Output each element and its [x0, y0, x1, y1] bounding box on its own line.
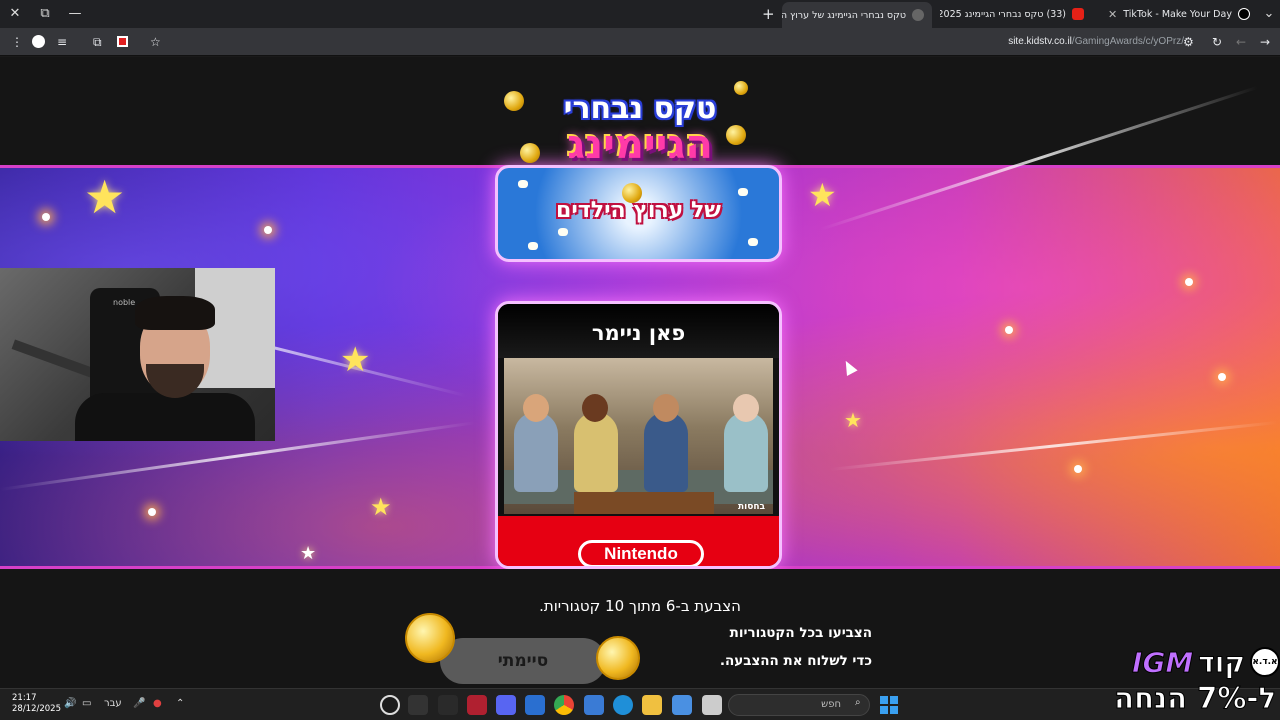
star-icon: ★: [808, 176, 837, 214]
edge-icon[interactable]: [613, 695, 633, 715]
star-icon: ★: [84, 170, 126, 224]
sparkle: [42, 213, 50, 221]
youtube-icon: [1072, 8, 1084, 20]
photos-icon[interactable]: [525, 695, 545, 715]
file-explorer-icon[interactable]: [642, 695, 662, 715]
tab-tiktok[interactable]: ✕ TikTok - Make Your Day: [1100, 3, 1250, 25]
coin-icon: [520, 143, 540, 163]
microphone-icon[interactable]: 🎤: [133, 698, 145, 709]
browser-tab-strip: ✕ ⧉ — + טקס נבחרי הגיימינג של ערוץ ה ✕ (…: [0, 0, 1280, 28]
vote-hint-line1: הצביעו בכל הקטגוריות: [729, 625, 872, 641]
sparkle: [1185, 278, 1193, 286]
profile-avatar-icon[interactable]: [32, 35, 45, 48]
site-icon: [912, 9, 924, 21]
address-bar[interactable]: site.kidstv.co.il/GamingAwards/c/yOPrz/: [874, 32, 1184, 52]
window-close-icon[interactable]: ✕: [4, 4, 26, 24]
tiktok-icon: [1237, 8, 1250, 20]
menu-kebab-icon[interactable]: ⋮: [11, 33, 23, 51]
taskbar-search[interactable]: חפש: [728, 694, 870, 716]
coin-icon: [504, 91, 524, 111]
tab-kidstv-active[interactable]: טקס נבחרי הגיימינג של ערוץ ה ✕: [782, 2, 932, 28]
tray-chevron-icon[interactable]: ⌃: [176, 698, 184, 709]
tab-youtube[interactable]: (33) טקס נבחרי הגיימינג 2025 ✕: [940, 3, 1092, 25]
gaming-awards-logo: טקס נבחרי הגיימינג: [500, 73, 780, 203]
epic-games-icon[interactable]: [438, 695, 458, 715]
coin-icon: [726, 125, 746, 145]
reading-list-icon[interactable]: ≡: [57, 33, 67, 51]
sparkle: [1074, 465, 1082, 473]
sparkle: [264, 226, 272, 234]
app-red-icon[interactable]: [467, 695, 487, 715]
window-minimize-icon[interactable]: —: [64, 4, 86, 24]
obs-icon[interactable]: [380, 695, 400, 715]
coffee-table: [574, 492, 714, 514]
url-host: site.kidstv.co.il: [1008, 36, 1072, 47]
screen: ✕ ⧉ — + טקס נבחרי הגיימינג של ערוץ ה ✕ (…: [0, 0, 1280, 720]
chair-brand: noble: [113, 298, 136, 307]
network-icon[interactable]: ▭: [82, 698, 91, 709]
tab-title: (33) טקס נבחרי הגיימינג 2025: [940, 8, 1066, 20]
tab-search-chevron-icon[interactable]: ⌄: [1258, 4, 1280, 24]
search-placeholder: חפש: [821, 699, 841, 710]
card-subtitle: של ערוץ הילדים: [556, 198, 721, 223]
coin-icon: [734, 81, 748, 95]
promo-discount: ל-7% הנחה: [1114, 681, 1277, 716]
star-icon: ★: [370, 493, 392, 521]
new-tab-icon[interactable]: +: [762, 5, 775, 23]
reload-icon[interactable]: ↻: [1212, 33, 1222, 51]
store-icon[interactable]: [584, 695, 604, 715]
search-icon: ⌕: [855, 697, 861, 708]
sparkle: [1218, 373, 1226, 381]
windows-start-icon[interactable]: [880, 696, 898, 714]
vote-hint-line2: כדי לשלוח את ההצבעה.: [719, 653, 872, 669]
forward-arrow-icon[interactable]: ←: [1236, 33, 1246, 51]
sparkle: [1005, 326, 1013, 334]
url-path: /GamingAwards/c/yOPrz/: [1071, 36, 1184, 47]
browser-toolbar: ⋮ ≡ ⧉ ☆ site.kidstv.co.il/GamingAwards/c…: [0, 28, 1280, 56]
discord-icon[interactable]: [496, 695, 516, 715]
category-card-fan-gamer[interactable]: פאן ניימר בחסות Nintendo: [495, 301, 782, 569]
category-title: פאן ניימר: [498, 304, 779, 358]
light-ray: [829, 420, 1278, 471]
coin-icon: [596, 636, 640, 680]
vote-progress-text: הצבעת ב-6 מתוך 10 קטגוריות.: [539, 597, 741, 615]
promo-word: קוד: [1198, 645, 1246, 679]
nominee-label: בחסות: [737, 502, 765, 512]
bookmark-star-icon[interactable]: ☆: [150, 33, 161, 51]
back-arrow-icon[interactable]: →: [1260, 33, 1270, 51]
tab-title: טקס נבחרי הגיימינג של ערוץ ה: [782, 9, 906, 21]
coin-icon: [622, 183, 642, 203]
done-button[interactable]: סיימתי: [440, 638, 606, 684]
language-indicator[interactable]: עבר: [104, 698, 122, 709]
nominee-photo: בחסות: [504, 358, 773, 514]
coin-icon: [405, 613, 455, 663]
steam-icon[interactable]: [408, 695, 428, 715]
site-settings-icon[interactable]: ⚙: [1183, 33, 1194, 51]
task-view-icon[interactable]: [702, 695, 722, 715]
nintendo-logo: Nintendo: [578, 540, 704, 566]
tab-title: TikTok - Make Your Day: [1123, 8, 1232, 20]
tab-close-icon[interactable]: ✕: [1108, 8, 1117, 21]
promo-code: IGM: [1132, 645, 1194, 679]
star-icon: ★: [340, 340, 371, 380]
extensions-icon[interactable]: ⧉: [93, 33, 102, 51]
promo-code-overlay: א.ד.א קוד IGM ל-7% הנחה: [1082, 643, 1280, 720]
sparkle: [148, 508, 156, 516]
clock-time: 21:17: [12, 693, 37, 703]
clock-date: 28/12/2025: [12, 704, 61, 714]
volume-icon[interactable]: 🔊: [64, 698, 76, 709]
record-extension-icon[interactable]: [117, 36, 128, 47]
star-icon: ★: [300, 543, 317, 564]
star-icon: ★: [844, 408, 862, 432]
teams-icon[interactable]: [672, 695, 692, 715]
clock[interactable]: 21:17 28/12/2025: [12, 693, 61, 715]
channel-badge: א.ד.א: [1250, 647, 1280, 677]
webcam-overlay: noble: [0, 268, 275, 441]
chrome-icon[interactable]: [554, 695, 574, 715]
window-restore-icon[interactable]: ⧉: [34, 4, 56, 24]
sponsor-area: Nintendo: [498, 516, 779, 566]
recording-icon[interactable]: ●: [153, 698, 162, 709]
